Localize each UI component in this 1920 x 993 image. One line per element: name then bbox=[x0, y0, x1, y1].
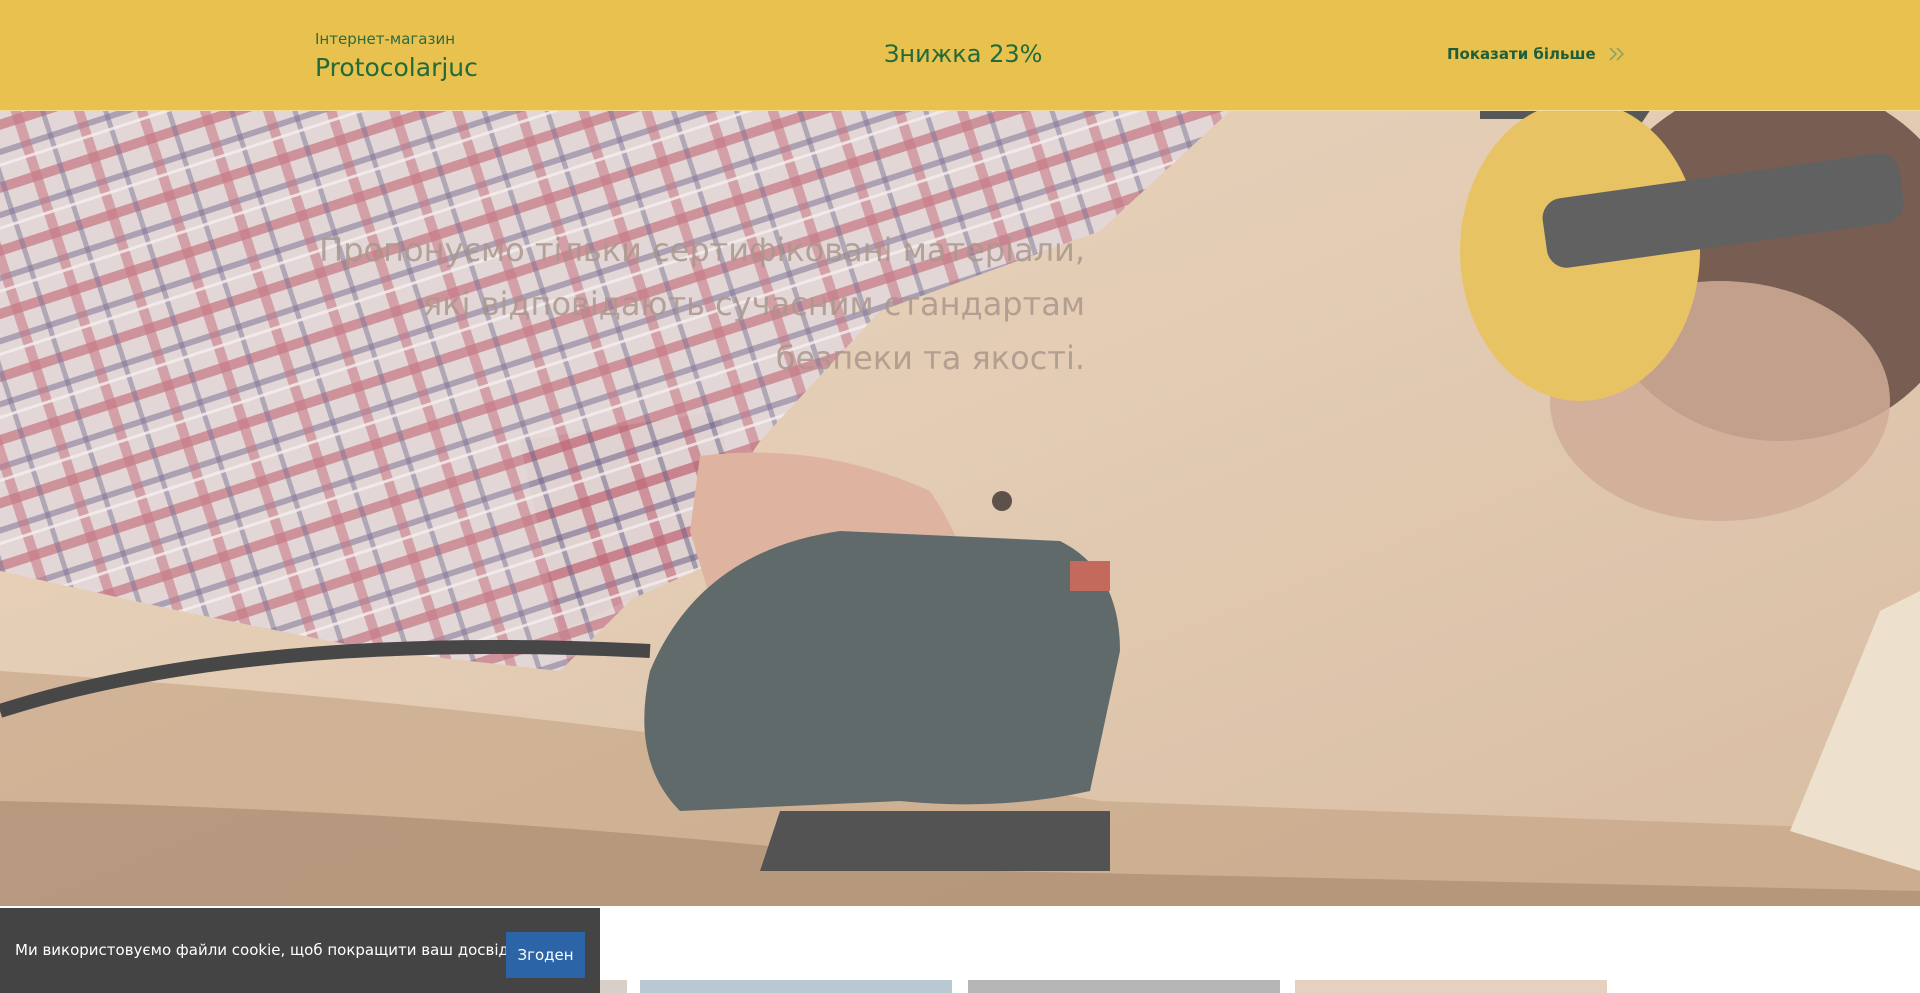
category-card[interactable] bbox=[968, 980, 1280, 993]
hero-heading: Пропонуємо тільки сертифіковані матеріал… bbox=[319, 231, 1085, 377]
cookie-banner: Ми використовуємо файли cookie, щоб покр… bbox=[0, 908, 600, 993]
double-chevron-right-icon bbox=[1609, 47, 1624, 61]
category-card[interactable] bbox=[640, 980, 952, 993]
cookie-agree-button[interactable]: Згоден bbox=[506, 932, 585, 978]
brand[interactable]: Інтернет-магазин Protocolarjuc bbox=[315, 30, 478, 84]
cookie-message: Ми використовуємо файли cookie, щоб покр… bbox=[15, 941, 514, 959]
category-card[interactable] bbox=[1295, 980, 1607, 993]
brand-subtitle: Інтернет-магазин bbox=[315, 30, 456, 48]
brand-title: Protocolarjuc bbox=[315, 53, 478, 82]
show-more-label: Показати більше bbox=[1447, 45, 1596, 63]
hero-section: Пропонуємо тільки сертифіковані матеріал… bbox=[0, 111, 1920, 906]
top-bar: Інтернет-магазин Protocolarjuc Знижка 23… bbox=[0, 0, 1920, 111]
show-more-link[interactable]: Показати більше bbox=[1447, 45, 1626, 63]
discount-text: Знижка 23% bbox=[884, 40, 1043, 68]
